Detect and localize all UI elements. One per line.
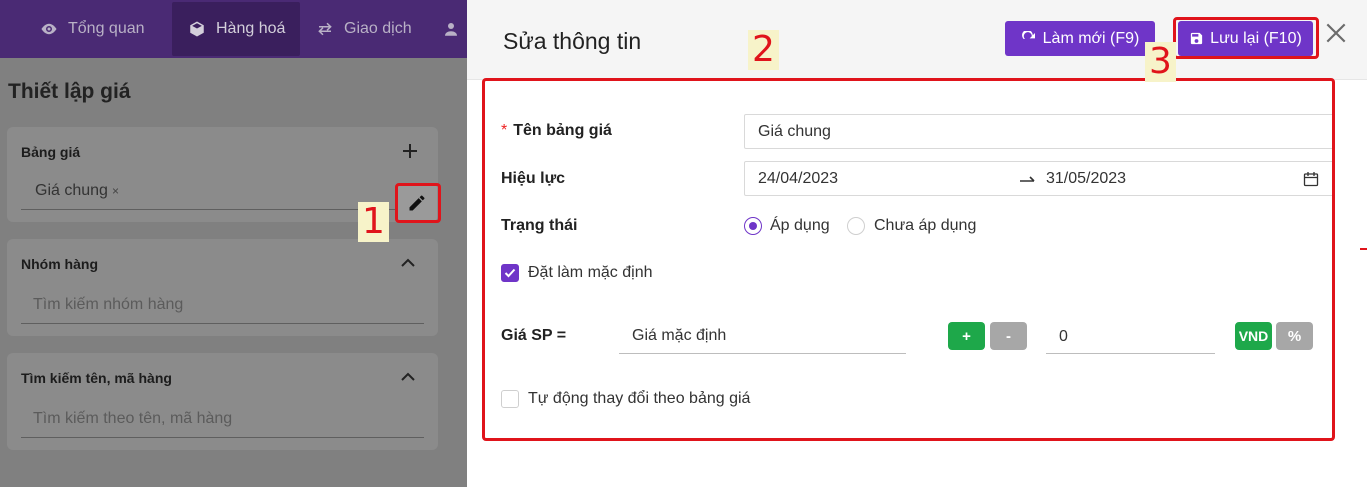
- nav-item-products[interactable]: Hàng hoá: [172, 2, 300, 56]
- eye-icon: [41, 23, 57, 35]
- tag-label: Giá chung: [35, 182, 108, 199]
- user-icon: [445, 23, 457, 36]
- annotation-box-1: [395, 183, 441, 223]
- refresh-label: Làm mới (F9): [1042, 29, 1140, 47]
- chevron-up-icon[interactable]: [400, 255, 416, 271]
- price-list-tag[interactable]: Giá chung ×: [35, 182, 119, 200]
- chevron-up-icon[interactable]: [400, 369, 416, 385]
- edit-modal: Sửa thông tin Làm mới (F9) Lưu lại (F10)…: [467, 0, 1367, 487]
- annotation-number-2: 2: [748, 30, 779, 70]
- annotation-number-3: 3: [1145, 42, 1176, 82]
- nav-item-transactions[interactable]: Giao dịch: [316, 0, 412, 58]
- nav-item-label: Hàng hoá: [216, 20, 286, 37]
- modal-title: Sửa thông tin: [503, 28, 642, 54]
- nav-item-label: Giao dịch: [344, 20, 412, 37]
- product-search-input[interactable]: Tìm kiếm theo tên, mã hàng: [33, 410, 232, 428]
- nav-item-user[interactable]: [442, 0, 460, 58]
- nav-item-label: Tổng quan: [68, 20, 145, 37]
- page-title: Thiết lập giá: [8, 80, 131, 103]
- annotation-mark: [1360, 248, 1367, 250]
- annotation-number-1: 1: [358, 202, 389, 242]
- product-search-card: Tìm kiếm tên, mã hàng Tìm kiếm theo tên,…: [7, 353, 438, 450]
- card-title: Nhóm hàng: [21, 256, 98, 272]
- close-icon[interactable]: [1323, 20, 1349, 46]
- box-icon: [190, 21, 204, 37]
- refresh-icon: [1021, 30, 1035, 39]
- divider: [21, 437, 424, 438]
- swap-icon: [318, 22, 332, 36]
- group-search-input[interactable]: Tìm kiếm nhóm hàng: [33, 296, 183, 314]
- tag-remove-icon[interactable]: ×: [112, 184, 119, 198]
- annotation-box-2: [482, 78, 1335, 441]
- product-group-card: Nhóm hàng Tìm kiếm nhóm hàng: [7, 239, 438, 336]
- divider: [21, 323, 424, 324]
- card-title: Bảng giá: [21, 144, 81, 160]
- card-title: Tìm kiếm tên, mã hàng: [21, 370, 172, 386]
- refresh-button[interactable]: Làm mới (F9): [1005, 21, 1155, 56]
- plus-icon[interactable]: [402, 143, 418, 159]
- annotation-box-3: [1173, 17, 1319, 59]
- top-navigation: Tổng quan Hàng hoá Giao dịch: [0, 0, 467, 58]
- nav-item-overview[interactable]: Tổng quan: [40, 0, 145, 58]
